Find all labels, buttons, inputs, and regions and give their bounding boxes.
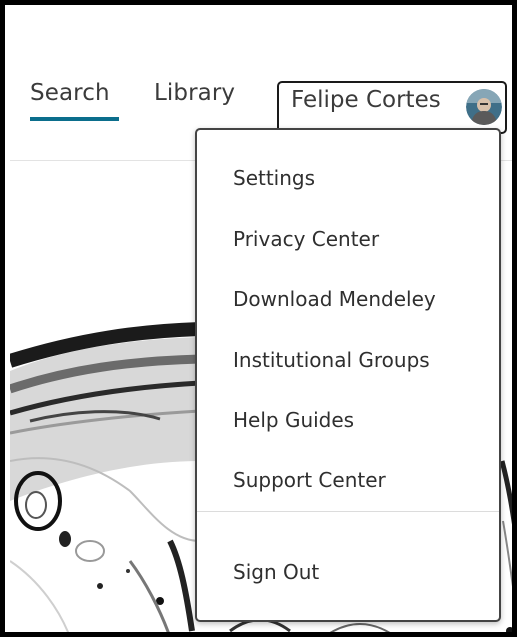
nav-search-tab[interactable]: Search [30, 80, 110, 106]
menu-item-download-mendeley[interactable]: Download Mendeley [233, 287, 436, 311]
avatar [466, 89, 502, 125]
user-dropdown-menu: Settings Privacy Center Download Mendele… [195, 128, 501, 622]
active-tab-indicator [30, 117, 119, 121]
menu-item-privacy-center[interactable]: Privacy Center [233, 227, 379, 251]
menu-item-settings[interactable]: Settings [233, 166, 315, 190]
sign-out-button[interactable]: Sign Out [233, 560, 319, 584]
menu-divider [197, 511, 499, 512]
menu-item-support-center[interactable]: Support Center [233, 468, 386, 492]
user-menu-button[interactable]: Felipe Cortes [277, 81, 507, 134]
menu-item-institutional-groups[interactable]: Institutional Groups [233, 348, 430, 372]
menu-item-help-guides[interactable]: Help Guides [233, 408, 354, 432]
user-name: Felipe Cortes [291, 87, 441, 113]
screenshot-frame: Search Library Felipe Cortes Settings Pr… [0, 0, 517, 637]
nav-library-tab[interactable]: Library [154, 80, 235, 106]
